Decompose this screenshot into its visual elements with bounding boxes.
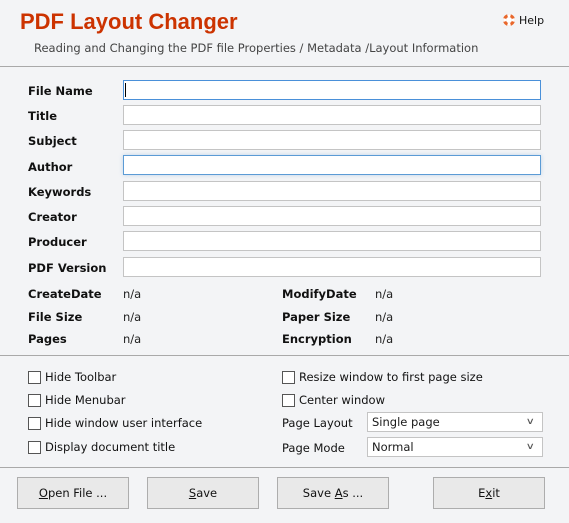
title-input[interactable] [123, 105, 541, 125]
label-file-name: File Name [28, 84, 93, 98]
subject-input[interactable] [123, 130, 541, 150]
page-mode-select[interactable]: Normal ∨ [367, 437, 543, 457]
checkbox-box[interactable] [28, 440, 41, 454]
exit-mnemonic: x [485, 486, 493, 500]
open-file-button[interactable]: Open File ... [17, 477, 129, 509]
display-doc-title-checkbox[interactable]: Display document title [28, 440, 175, 454]
file-name-input[interactable] [123, 80, 541, 100]
label-producer: Producer [28, 235, 87, 249]
encryption-label: Encryption [282, 332, 352, 346]
checkbox-box[interactable] [28, 416, 41, 430]
label-title: Title [28, 109, 58, 123]
center-window-label: Center window [299, 393, 385, 407]
modify-date-value: n/a [375, 287, 394, 301]
checkbox-box[interactable] [28, 393, 41, 407]
checkbox-box[interactable] [282, 370, 295, 384]
hide-toolbar-label: Hide Toolbar [45, 370, 117, 384]
label-author: Author [28, 160, 73, 174]
label-pdf-version: PDF Version [28, 261, 107, 275]
resize-window-checkbox[interactable]: Resize window to first page size [282, 370, 483, 384]
producer-input[interactable] [123, 231, 541, 251]
text-caret [125, 83, 126, 97]
save-button[interactable]: Save [147, 477, 259, 509]
modify-date-label: ModifyDate [282, 287, 357, 301]
hide-window-ui-checkbox[interactable]: Hide window user interface [28, 416, 202, 430]
help-link[interactable]: Help [502, 13, 544, 27]
page-mode-value: Normal [372, 440, 414, 454]
hide-menubar-checkbox[interactable]: Hide Menubar [28, 393, 126, 407]
chevron-down-icon: ∨ [526, 417, 536, 427]
center-window-checkbox[interactable]: Center window [282, 393, 385, 407]
pages-label: Pages [28, 332, 67, 346]
checkbox-box[interactable] [282, 393, 295, 407]
save-as-label: s ... [342, 486, 364, 500]
create-date-label: CreateDate [28, 287, 102, 301]
page-layout-label: Page Layout [282, 416, 353, 430]
chevron-down-icon: ∨ [526, 442, 536, 452]
paper-size-value: n/a [375, 310, 394, 324]
create-date-value: n/a [123, 287, 142, 301]
exit-label-pre: E [478, 486, 486, 500]
exit-button[interactable]: Ex it [433, 477, 545, 509]
label-creator: Creator [28, 210, 77, 224]
open-mnemonic: O [38, 486, 48, 500]
help-label: Help [519, 13, 545, 27]
save-label: ave [196, 486, 218, 500]
file-size-label: File Size [28, 310, 83, 324]
exit-label: it [492, 486, 500, 500]
page-layout-select[interactable]: Single page ∨ [367, 412, 543, 432]
app-title: PDF Layout Changer [20, 9, 238, 34]
author-input[interactable] [123, 155, 541, 175]
label-subject: Subject [28, 134, 77, 148]
creator-input[interactable] [123, 206, 541, 226]
resize-window-label: Resize window to first page size [299, 370, 483, 384]
page-layout-value: Single page [372, 415, 440, 429]
save-as-label-pre: Save [302, 486, 335, 500]
save-mnemonic: S [188, 486, 197, 500]
save-as-mnemonic: A [334, 486, 343, 500]
pdf-version-input[interactable] [123, 257, 541, 277]
file-size-value: n/a [123, 310, 142, 324]
hide-toolbar-checkbox[interactable]: Hide Toolbar [28, 370, 116, 384]
app-subtitle: Reading and Changing the PDF file Proper… [34, 41, 479, 55]
label-keywords: Keywords [28, 185, 92, 199]
hide-menubar-label: Hide Menubar [45, 393, 126, 407]
page-mode-label: Page Mode [282, 441, 345, 455]
save-as-button[interactable]: Save As ... [277, 477, 389, 509]
checkbox-box[interactable] [28, 370, 41, 384]
encryption-value: n/a [375, 332, 394, 346]
hide-window-ui-label: Hide window user interface [45, 416, 203, 430]
keywords-input[interactable] [123, 181, 541, 201]
info-divider [0, 355, 569, 356]
open-label: pen File ... [47, 486, 108, 500]
header-divider [0, 66, 569, 67]
display-doc-title-label: Display document title [45, 440, 176, 454]
lifebuoy-icon [502, 13, 516, 27]
pages-value: n/a [123, 332, 142, 346]
options-divider [0, 467, 569, 468]
paper-size-label: Paper Size [282, 310, 351, 324]
